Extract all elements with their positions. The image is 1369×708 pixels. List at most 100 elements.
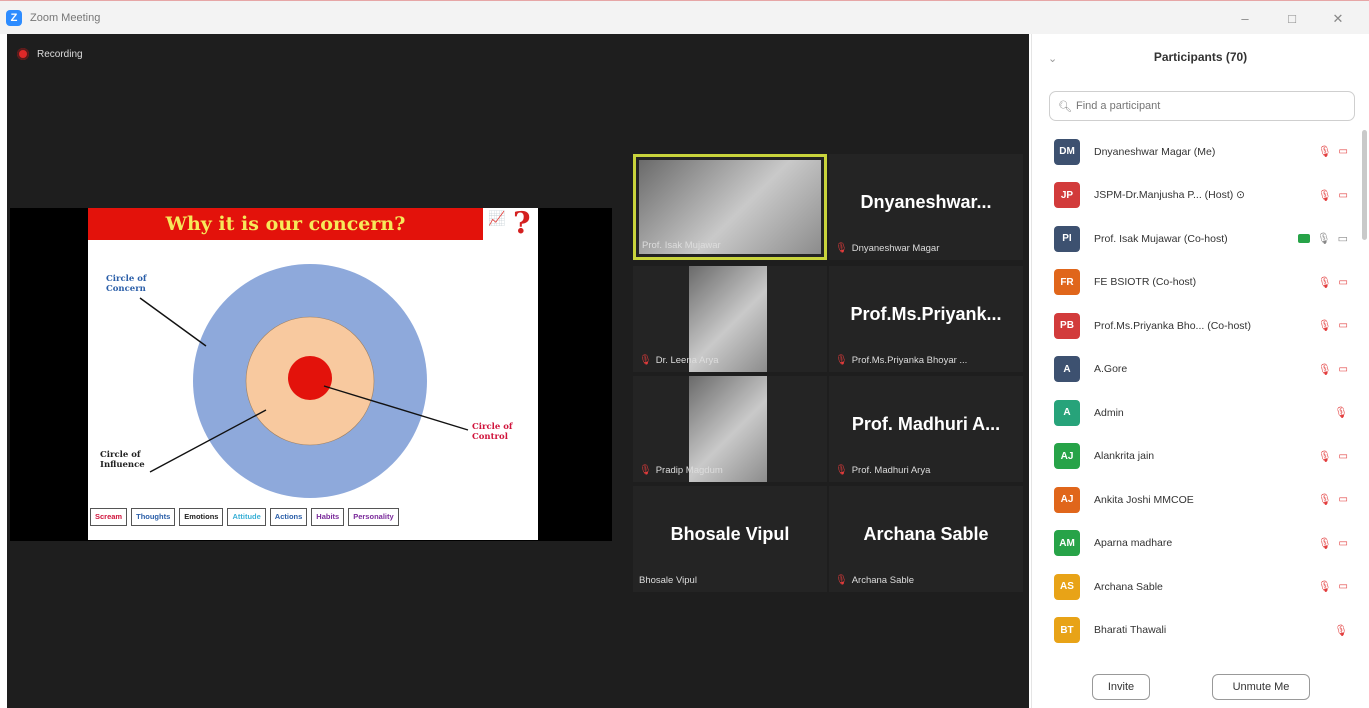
mic-muted-icon[interactable]: 🎙︎ (1318, 145, 1332, 158)
participant-row[interactable]: AJ Ankita Joshi MMCOE 🎙︎ ▭ (1032, 478, 1358, 522)
recording-indicator[interactable]: Recording (17, 48, 83, 60)
participant-row[interactable]: JP JSPM-Dr.Manjusha P... (Host) ⊙ 🎙︎ ▭ (1032, 174, 1358, 218)
circle-of-control (288, 356, 332, 400)
video-tile[interactable]: Dnyaneshwar... 🎙︎ Dnyaneshwar Magar (829, 154, 1023, 260)
arrow-concern (139, 297, 207, 347)
camera-off-icon[interactable]: ▭ (1339, 146, 1348, 157)
shared-screen[interactable]: Why it is our concern? 📈 ? Circle of Con… (10, 206, 612, 541)
participant-name: JSPM-Dr.Manjusha P... (Host) ⊙ (1094, 189, 1245, 202)
participant-row[interactable]: DM Dnyaneshwar Magar (Me) 🎙︎ ▭ (1032, 130, 1358, 174)
keyword-box: Actions (269, 508, 308, 526)
video-tile[interactable]: Archana Sable 🎙︎ Archana Sable (829, 486, 1023, 592)
participant-row[interactable]: A Admin 🎙︎ (1032, 391, 1358, 435)
zoom-app-icon: Z (6, 9, 22, 26)
video-tile[interactable]: Prof.Ms.Priyank... 🎙︎ Prof.Ms.Priyanka Bho… (829, 266, 1023, 372)
label-circle-of-concern: Circle of Concern (106, 274, 147, 294)
participant-row[interactable]: PB Prof.Ms.Priyanka Bho... (Co-host) 🎙︎ ▭ (1032, 304, 1358, 348)
mic-muted-icon[interactable]: 🎙︎ (1318, 319, 1332, 332)
participant-status-icons: 🎙︎ ▭ (1318, 363, 1348, 376)
participant-row[interactable]: AM Aparna madhare 🎙︎ ▭ (1032, 522, 1358, 566)
participant-name: A.Gore (1094, 363, 1128, 376)
avatar: FR (1054, 269, 1080, 296)
window-title: Zoom Meeting (30, 11, 101, 24)
participants-panel: ⌄ Participants (70) 🔍︎ DMDnyaneshwar Mag… (1031, 34, 1369, 708)
video-tile[interactable]: Prof. Isak Mujawar (633, 154, 827, 260)
camera-off-icon[interactable]: ▭ (1339, 190, 1348, 201)
tile-name-label: 🎙︎ Prof.Ms.Priyanka Bhoyar ... (835, 355, 967, 366)
video-tile[interactable]: 🎙︎ Dr. Leena Arya (633, 266, 827, 372)
maximize-button[interactable]: □ (1272, 9, 1312, 29)
mic-on-icon[interactable]: 🎙︎ (1317, 232, 1331, 245)
camera-on-icon[interactable]: ▭ (1338, 232, 1348, 245)
label-circle-of-control: Circle of Control (472, 422, 513, 442)
window-titlebar: Z Zoom Meeting – □ ✕ (0, 0, 1369, 34)
screen-share-icon (1297, 234, 1310, 244)
camera-off-icon[interactable]: ▭ (1339, 320, 1348, 331)
tile-name-label: 🎙︎ Dnyaneshwar Magar (835, 243, 939, 254)
search-icon: 🔍︎ (1058, 100, 1072, 113)
tile-display-name: Prof. Madhuri A... (851, 414, 1001, 434)
keyword-box: Thoughts (131, 508, 176, 526)
tile-display-name: Prof.Ms.Priyank... (850, 304, 1002, 324)
invite-button[interactable]: Invite (1092, 674, 1150, 700)
avatar: PI (1054, 225, 1080, 252)
participant-search[interactable]: 🔍︎ (1049, 91, 1355, 121)
camera-off-icon[interactable]: ▭ (1339, 364, 1348, 375)
participant-row[interactable]: AJ Alankrita jain 🎙︎ ▭ (1032, 435, 1358, 479)
mic-muted-icon[interactable]: 🎙︎ (1318, 493, 1332, 506)
chart-pencil-icon: 📈 (488, 210, 506, 226)
participant-status-icons: 🎙︎ ▭ (1297, 232, 1348, 245)
mic-muted-icon: 🎙︎ (835, 355, 848, 366)
video-tile[interactable]: Prof. Madhuri A... 🎙︎ Prof. Madhuri Arya (829, 376, 1023, 482)
tile-name-label: Prof. Isak Mujawar (642, 240, 721, 251)
avatar: BT (1054, 617, 1080, 644)
mic-muted-icon: 🎙︎ (639, 355, 652, 366)
mic-muted-icon[interactable]: 🎙︎ (1318, 276, 1332, 289)
participant-name: Dnyaneshwar Magar (Me) (1094, 145, 1216, 158)
tile-name-label: 🎙︎ Archana Sable (835, 575, 914, 586)
participant-name: Aparna madhare (1094, 537, 1173, 550)
unmute-me-button[interactable]: Unmute Me (1212, 674, 1310, 700)
camera-off-icon[interactable]: ▭ (1339, 451, 1348, 462)
video-tile[interactable]: 🎙︎ Pradip Magdum (633, 376, 827, 482)
participant-list-scrollbar[interactable] (1362, 130, 1367, 240)
keyword-box: Emotions (179, 508, 224, 526)
participant-row[interactable]: FR FE BSIOTR (Co-host) 🎙︎ ▭ (1032, 261, 1358, 305)
mic-muted-icon[interactable]: 🎙︎ (1318, 363, 1332, 376)
participant-row[interactable]: PI Prof. Isak Mujawar (Co-host) 🎙︎ ▭ (1032, 217, 1358, 261)
camera-off-icon[interactable]: ▭ (1339, 538, 1348, 549)
mic-muted-icon[interactable]: 🎙︎ (1318, 537, 1332, 550)
camera-off-icon[interactable]: ▭ (1339, 494, 1348, 505)
presentation-slide: Why it is our concern? 📈 ? Circle of Con… (88, 206, 538, 540)
participant-name: Bharati Thawali (1094, 624, 1167, 637)
keyword-box: Personality (348, 508, 399, 526)
tile-display-name: Archana Sable (863, 524, 989, 544)
mic-muted-icon: 🎙︎ (835, 243, 848, 254)
mic-muted-icon[interactable]: 🎙︎ (1318, 450, 1332, 463)
recording-label: Recording (37, 48, 83, 60)
record-icon (17, 48, 29, 60)
close-button[interactable]: ✕ (1318, 9, 1358, 29)
tile-name-text: Prof.Ms.Priyanka Bhoyar ... (851, 355, 968, 366)
avatar: AJ (1054, 443, 1080, 470)
mic-muted-icon[interactable]: 🎙︎ (1318, 189, 1332, 202)
participant-row[interactable]: BT Bharati Thawali 🎙︎ (1032, 609, 1358, 653)
minimize-button[interactable]: – (1225, 9, 1265, 29)
mic-muted-icon[interactable]: 🎙︎ (1334, 624, 1348, 637)
participant-name: Archana Sable (1094, 580, 1163, 593)
mic-muted-icon[interactable]: 🎙︎ (1334, 406, 1348, 419)
avatar: DM (1054, 138, 1080, 165)
camera-off-icon[interactable]: ▭ (1339, 277, 1348, 288)
tile-name-text: Bhosale Vipul (639, 575, 697, 586)
keyword-box: Scream (90, 508, 128, 526)
participant-search-input[interactable] (1075, 100, 1326, 112)
participant-row[interactable]: AS Archana Sable 🎙︎ ▭ (1032, 565, 1358, 609)
participant-status-icons: 🎙︎ ▭ (1318, 276, 1348, 289)
tile-name-text: Pradip Magdum (655, 465, 723, 476)
camera-off-icon[interactable]: ▭ (1339, 581, 1348, 592)
participant-row[interactable]: A A.Gore 🎙︎ ▭ (1032, 348, 1358, 392)
video-tile[interactable]: Bhosale Vipul Bhosale Vipul (633, 486, 827, 592)
participant-status-icons: 🎙︎ ▭ (1318, 580, 1348, 593)
mic-muted-icon[interactable]: 🎙︎ (1318, 580, 1332, 593)
tile-name-text: Dnyaneshwar Magar (851, 243, 940, 254)
